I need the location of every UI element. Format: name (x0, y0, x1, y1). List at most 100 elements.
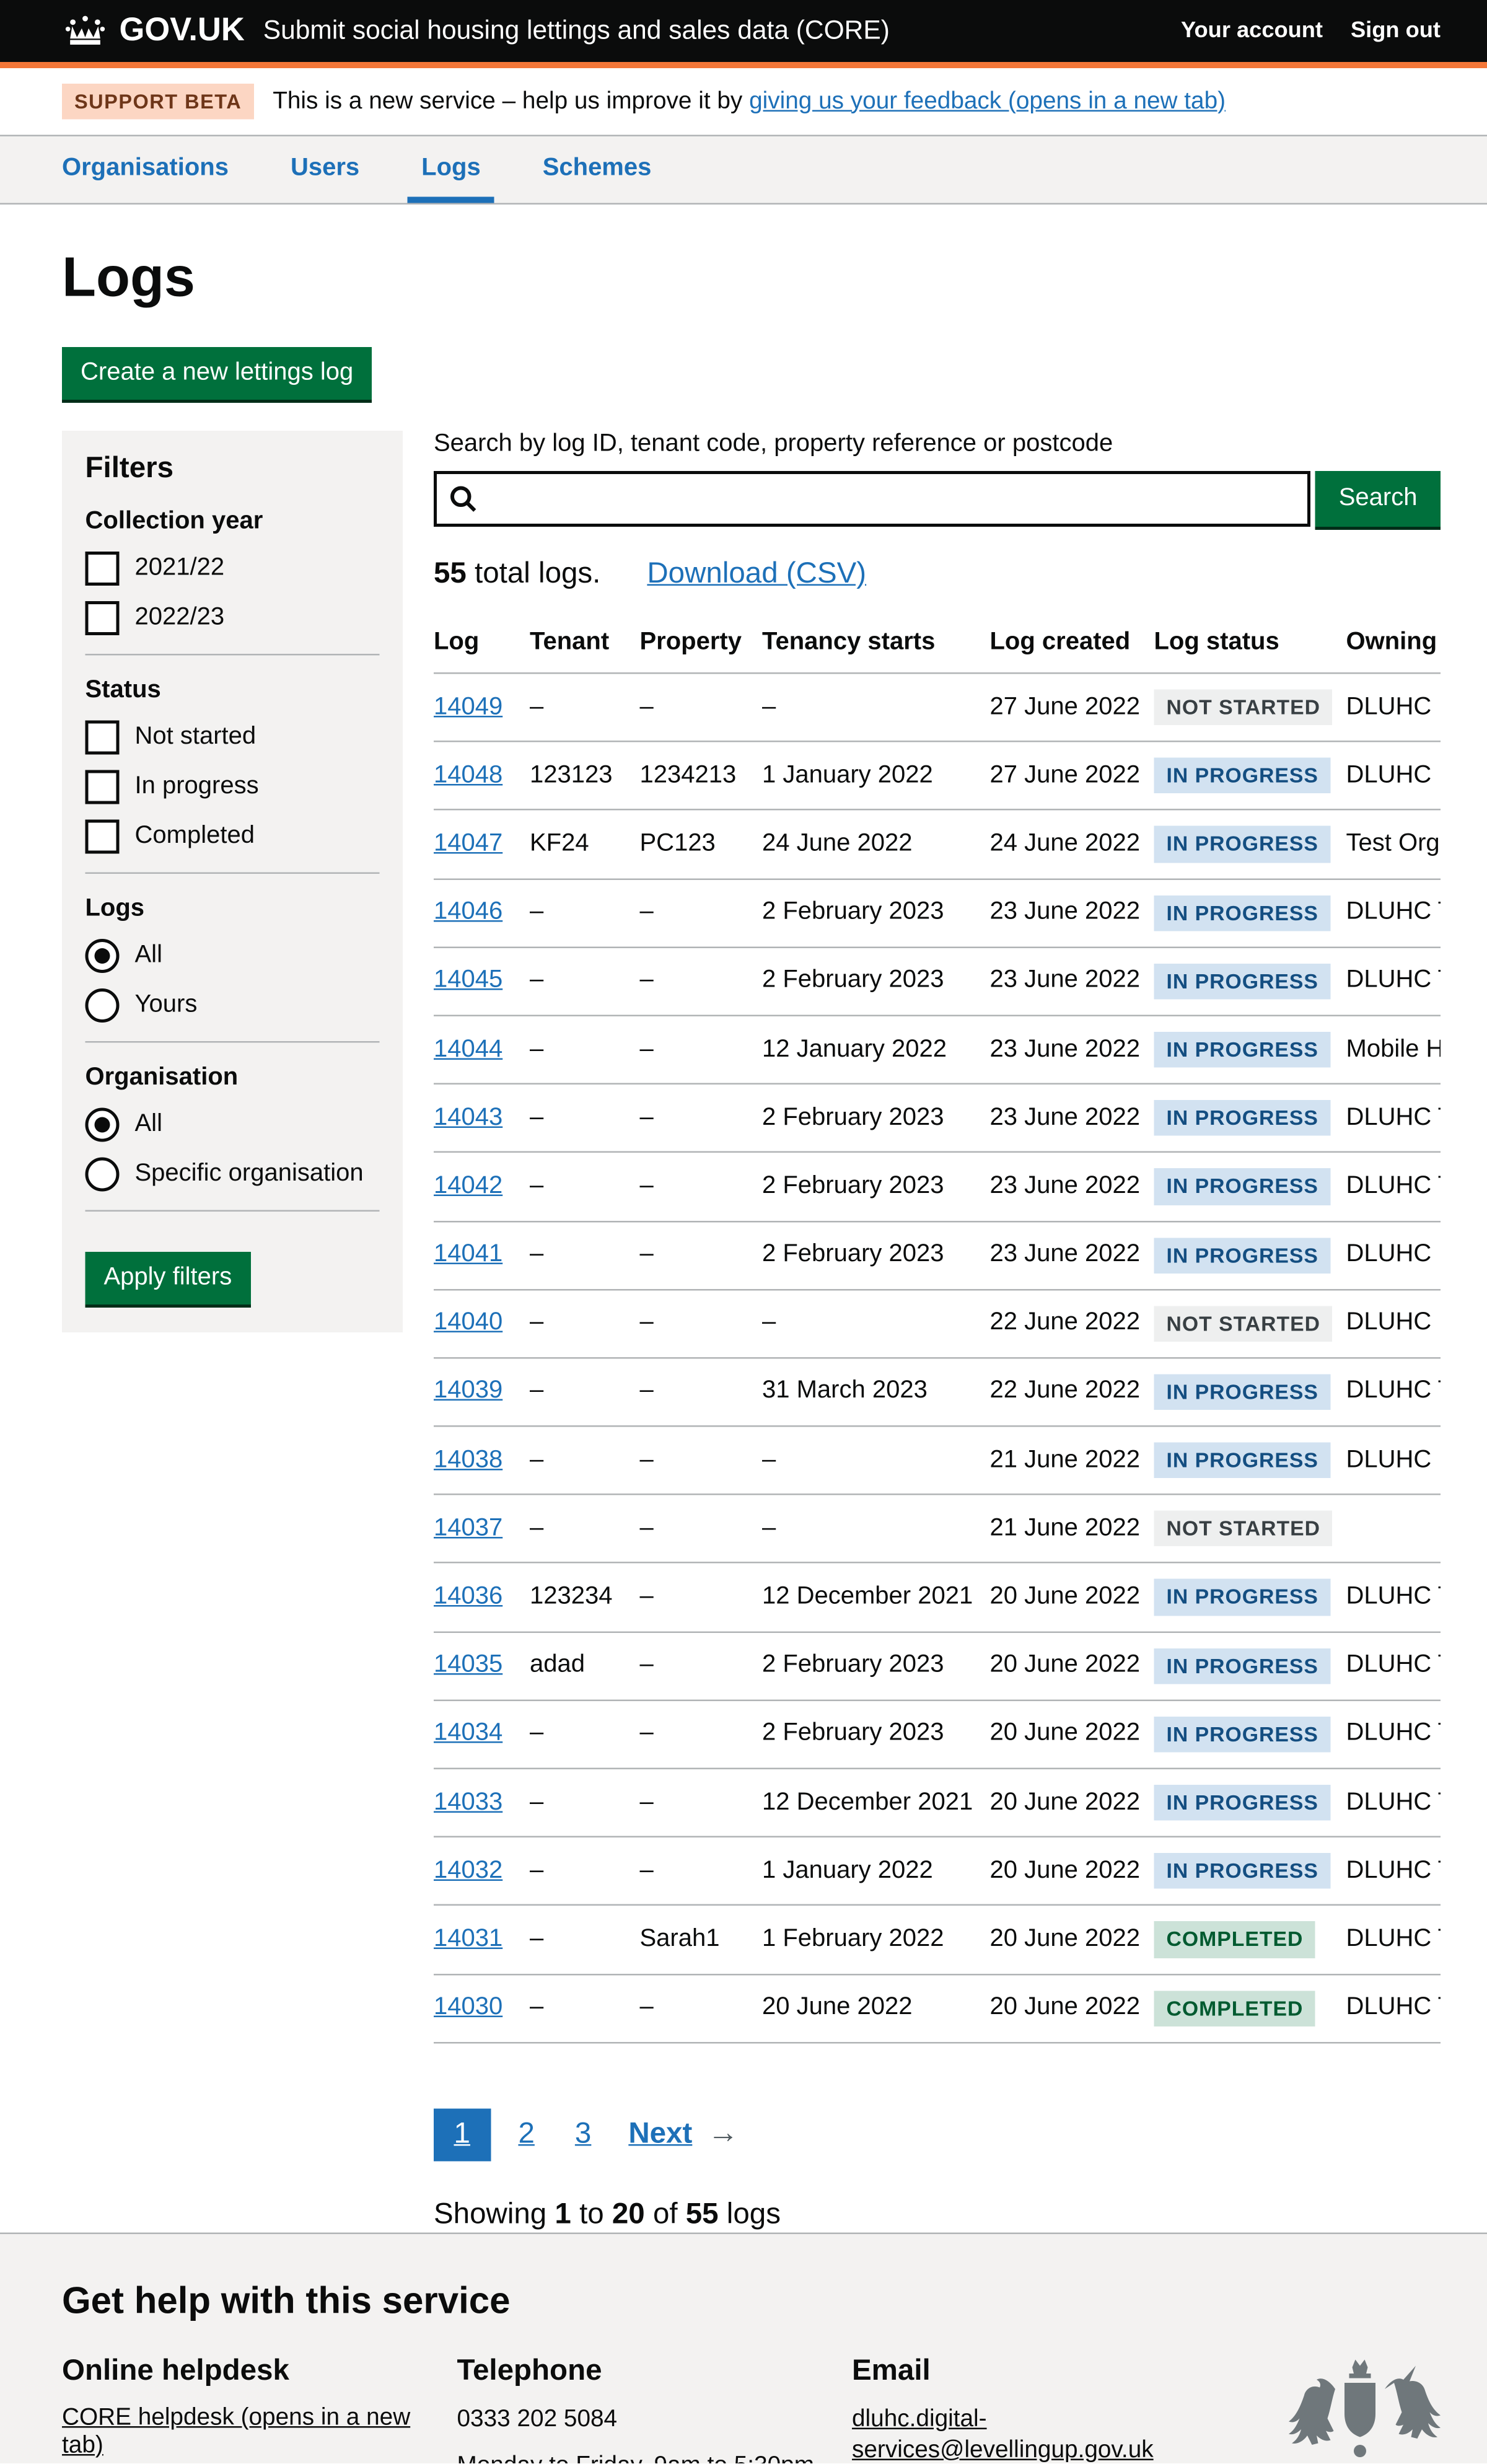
log-created-cell: 22 June 2022 (990, 1289, 1154, 1357)
log-id-link[interactable]: 14040 (434, 1309, 502, 1336)
owning-organisation-cell: DLUHC Test (1346, 1974, 1441, 2042)
status-tag: In progress (1154, 1580, 1331, 1616)
collection-year-option-2022-23[interactable]: 2022/23 (86, 601, 380, 635)
checkbox-in-progress[interactable] (86, 770, 120, 804)
showing-total: 55 (686, 2198, 719, 2231)
log-id-link[interactable]: 14037 (434, 1515, 502, 1542)
tenancy-starts-cell: 12 December 2021 (762, 1563, 990, 1631)
log-id-link[interactable]: 14035 (434, 1652, 502, 1679)
owning-organisation-cell: DLUHC Test (1346, 1084, 1441, 1152)
search-button[interactable]: Search (1315, 471, 1441, 527)
total-logs-suffix: total logs. (467, 558, 601, 591)
sign-out-link[interactable]: Sign out (1351, 19, 1441, 43)
page-title: Logs (62, 245, 1441, 310)
property-cell: – (640, 1563, 763, 1631)
log-id-link[interactable]: 14030 (434, 1994, 502, 2021)
log-id-link[interactable]: 14041 (434, 1241, 502, 1268)
log-id-link[interactable]: 14039 (434, 1378, 502, 1405)
organisation-option-specific[interactable]: Specific organisation (86, 1158, 380, 1192)
checkbox-not-started[interactable] (86, 721, 120, 755)
filters-divider (86, 1210, 380, 1212)
apply-filters-button[interactable]: Apply filters (86, 1252, 251, 1305)
log-created-cell: 23 June 2022 (990, 1084, 1154, 1152)
col-header-property: Property (640, 614, 763, 673)
core-helpdesk-link[interactable]: CORE helpdesk (opens in a new tab) (62, 2404, 410, 2458)
pagination-page-3[interactable]: 3 (563, 2108, 603, 2161)
online-helpdesk-heading: Online helpdesk (62, 2354, 457, 2388)
log-created-cell: 27 June 2022 (990, 742, 1154, 810)
search-input[interactable] (434, 471, 1311, 527)
checkbox-2022-23[interactable] (86, 601, 120, 635)
log-id-link[interactable]: 14046 (434, 899, 502, 925)
govuk-logo-link[interactable]: GOV.UK (62, 12, 245, 50)
checkbox-label: Not started (135, 724, 257, 752)
checkbox-completed[interactable] (86, 820, 120, 854)
owning-organisation-cell: DLUHC Test (1346, 1153, 1441, 1221)
main-content: Logs Create a new lettings log Filters C… (62, 205, 1441, 2232)
log-id-link[interactable]: 14042 (434, 1173, 502, 1199)
log-id-link[interactable]: 14031 (434, 1925, 502, 1952)
email-link[interactable]: dluhc.digital-services@levellingup.gov.u… (852, 2406, 1154, 2463)
nav-item-users[interactable]: Users (276, 136, 373, 203)
organisation-option-all[interactable]: All (86, 1108, 380, 1142)
table-row: 14047KF24PC12324 June 202224 June 2022In… (434, 810, 1441, 878)
log-id-cell: 14046 (434, 879, 530, 947)
log-status-cell: In progress (1154, 810, 1346, 878)
log-id-link[interactable]: 14043 (434, 1104, 502, 1131)
log-id-link[interactable]: 14038 (434, 1446, 502, 1473)
radio-logs-yours[interactable] (86, 988, 120, 1023)
search-box (434, 471, 1311, 527)
logs-table: Log Tenant Property Tenancy starts Log c… (434, 614, 1441, 2043)
status-tag: In progress (1154, 1648, 1331, 1684)
checkbox-2021-22[interactable] (86, 552, 120, 586)
pagination-next-link[interactable]: Next (628, 2118, 692, 2152)
log-id-cell: 14032 (434, 1837, 530, 1905)
log-status-cell: In progress (1154, 879, 1346, 947)
log-created-cell: 20 June 2022 (990, 1974, 1154, 2042)
log-id-link[interactable]: 14047 (434, 830, 502, 857)
checkbox-label: In progress (135, 773, 259, 801)
log-id-link[interactable]: 14036 (434, 1583, 502, 1610)
log-id-cell: 14033 (434, 1769, 530, 1837)
logs-option-yours[interactable]: Yours (86, 988, 380, 1023)
radio-logs-all[interactable] (86, 939, 120, 973)
support-beta-tag: SUPPORT BETA (62, 84, 254, 120)
owning-organisation-cell: Test Organisation (1346, 810, 1441, 878)
status-option-in-progress[interactable]: In progress (86, 770, 380, 804)
status-option-completed[interactable]: Completed (86, 820, 380, 854)
log-id-link[interactable]: 14045 (434, 967, 502, 994)
log-id-link[interactable]: 14033 (434, 1789, 502, 1815)
logs-option-all[interactable]: All (86, 939, 380, 973)
tenant-cell: – (530, 1084, 640, 1152)
log-id-link[interactable]: 14048 (434, 762, 502, 788)
create-lettings-log-button[interactable]: Create a new lettings log (62, 347, 372, 400)
status-tag: In progress (1154, 826, 1331, 862)
pagination-page-1-current[interactable]: 1 (434, 2108, 490, 2161)
log-status-cell: In progress (1154, 1084, 1346, 1152)
log-id-link[interactable]: 14034 (434, 1720, 502, 1747)
download-csv-link[interactable]: Download (CSV) (647, 558, 866, 592)
nav-item-logs[interactable]: Logs (408, 136, 495, 203)
status-tag: In progress (1154, 1374, 1331, 1410)
table-row: 14045––2 February 202323 June 2022In pro… (434, 947, 1441, 1015)
telephone-number: 0333 202 5084 (457, 2404, 853, 2435)
log-id-link[interactable]: 14049 (434, 693, 502, 720)
table-row: 14039––31 March 202322 June 2022In progr… (434, 1358, 1441, 1426)
tenancy-starts-cell: 2 February 2023 (762, 1700, 990, 1768)
radio-organisation-specific[interactable] (86, 1158, 120, 1192)
tenant-cell: – (530, 1016, 640, 1084)
nav-item-organisations[interactable]: Organisations (48, 136, 243, 203)
your-account-link[interactable]: Your account (1181, 19, 1323, 43)
log-id-link[interactable]: 14044 (434, 1036, 502, 1062)
status-option-not-started[interactable]: Not started (86, 721, 380, 755)
nav-item-schemes[interactable]: Schemes (529, 136, 665, 203)
pagination-page-2[interactable]: 2 (506, 2108, 546, 2161)
log-id-link[interactable]: 14032 (434, 1857, 502, 1884)
service-name-link[interactable]: Submit social housing lettings and sales… (263, 15, 890, 46)
feedback-link[interactable]: giving us your feedback (opens in a new … (749, 87, 1226, 114)
log-id-cell: 14048 (434, 742, 530, 810)
scale-root: GOV.UK Submit social housing lettings an… (0, 0, 1487, 2464)
collection-year-option-2021-22[interactable]: 2021/22 (86, 552, 380, 586)
radio-organisation-all[interactable] (86, 1108, 120, 1142)
tenant-cell: 123123 (530, 742, 640, 810)
